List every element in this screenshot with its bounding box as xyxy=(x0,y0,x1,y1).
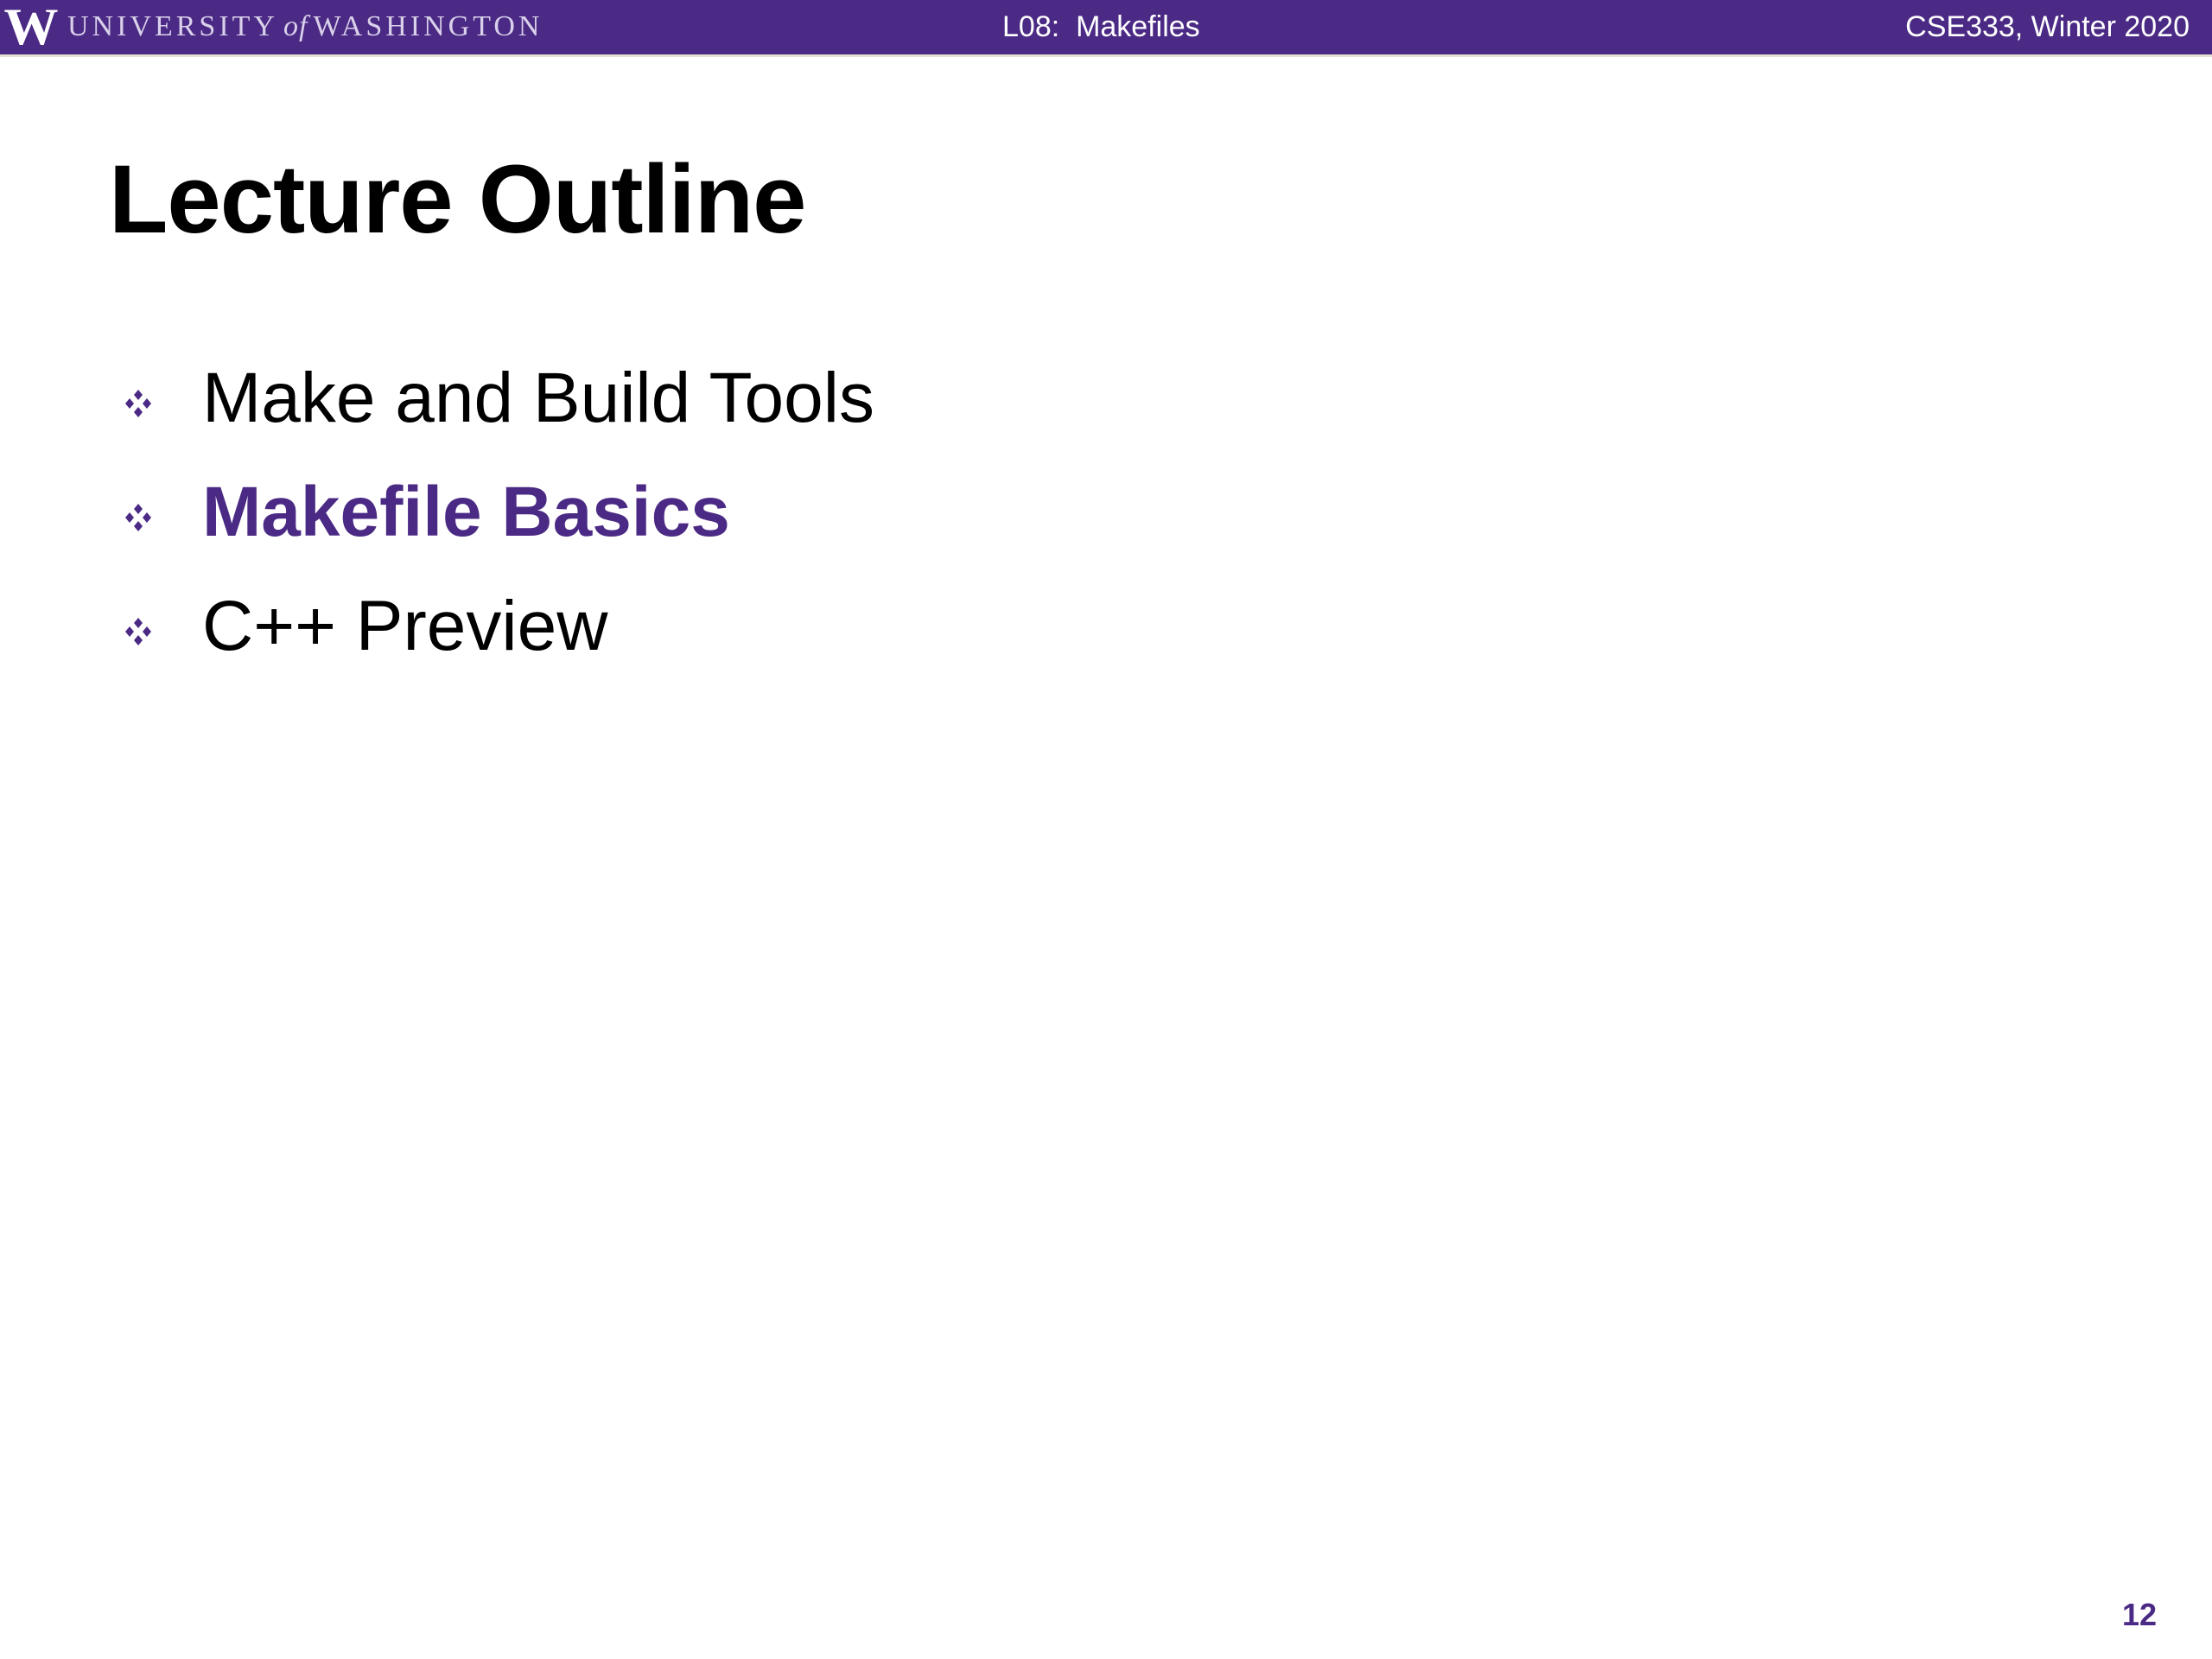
university-logo: W UNIVERSITY of WASHINGTON xyxy=(3,0,543,55)
wordmark-of: of xyxy=(283,10,308,42)
uw-w-logo-icon: W xyxy=(3,0,59,55)
four-diamond-bullet-icon xyxy=(125,618,151,645)
four-diamond-bullet-icon xyxy=(125,390,151,417)
course-label: CSE333, Winter 2020 xyxy=(1905,10,2190,43)
outline-item-cpp-preview: C++ Preview xyxy=(121,569,874,683)
outline-item-label: Makefile Basics xyxy=(202,473,730,551)
outline-item-label: Make and Build Tools xyxy=(202,359,874,437)
lecture-label: L08: Makefiles xyxy=(1002,10,1200,43)
outline-item-label: C++ Preview xyxy=(202,587,608,665)
four-diamond-bullet-icon xyxy=(125,504,151,531)
slide: W UNIVERSITY of WASHINGTON L08: Makefiles … xyxy=(0,0,2212,1659)
wordmark-washington: WASHINGTON xyxy=(313,10,543,42)
page-number: 12 xyxy=(2121,1597,2157,1632)
outline-item-make-build-tools: Make and Build Tools xyxy=(121,341,874,455)
wordmark-university: UNIVERSITY xyxy=(67,10,278,42)
university-wordmark: UNIVERSITY of WASHINGTON xyxy=(67,2,543,52)
outline-item-makefile-basics: Makefile Basics xyxy=(121,455,874,569)
slide-title: Lecture Outline xyxy=(109,145,806,253)
header-bar: W UNIVERSITY of WASHINGTON L08: Makefiles … xyxy=(0,0,2212,57)
outline-list: Make and Build Tools Makefile Basics C++… xyxy=(121,341,874,683)
